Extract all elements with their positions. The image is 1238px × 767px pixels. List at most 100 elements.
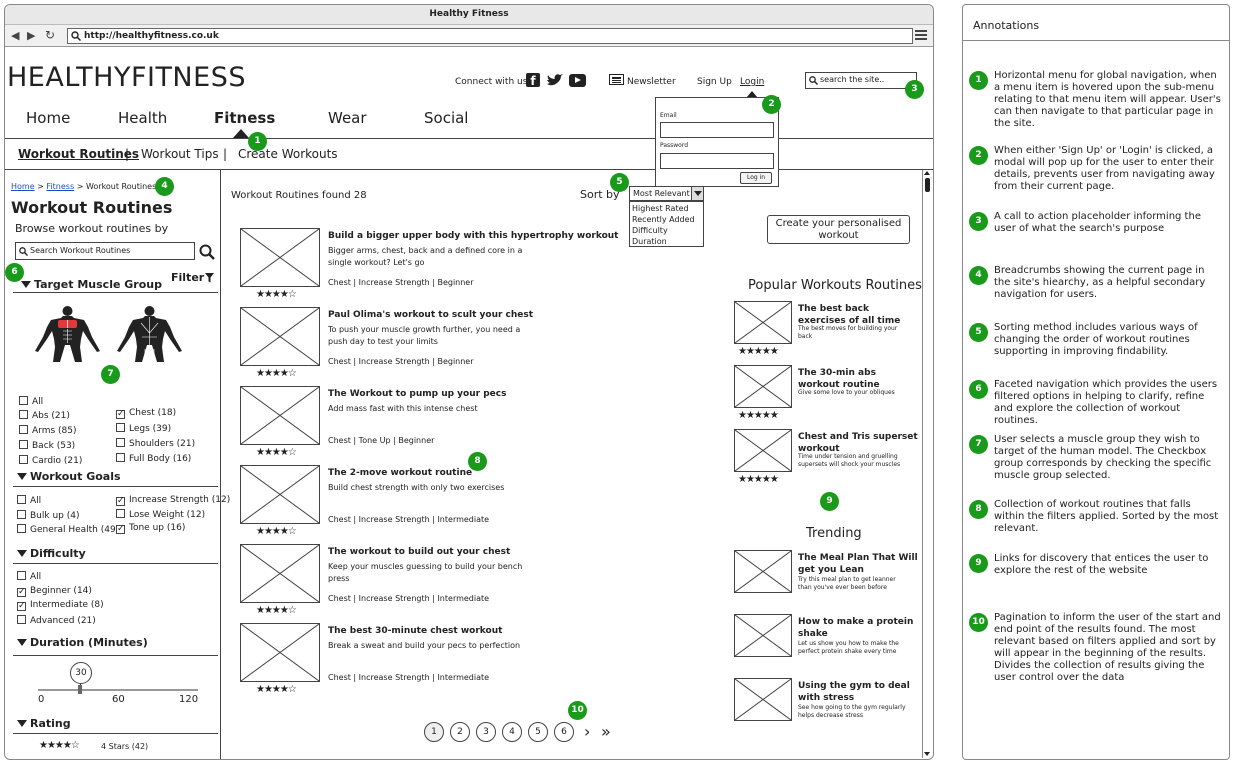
nav-wear[interactable]: Wear bbox=[328, 109, 367, 127]
checkbox[interactable] bbox=[17, 571, 26, 580]
goal-option[interactable]: General Health (49) bbox=[17, 524, 119, 535]
checkbox[interactable]: ✓ bbox=[116, 525, 125, 534]
nav-home[interactable]: Home bbox=[26, 109, 70, 127]
muscle-option[interactable]: Arms (85) bbox=[19, 425, 77, 436]
workout-title[interactable]: Build a bigger upper body with this hype… bbox=[328, 230, 628, 242]
checkbox[interactable] bbox=[17, 524, 26, 533]
youtube-icon[interactable] bbox=[569, 74, 586, 87]
difficulty-option[interactable]: ✓ Intermediate (8) bbox=[17, 600, 104, 611]
next-page-icon[interactable]: › bbox=[584, 722, 590, 741]
search-icon[interactable] bbox=[199, 244, 215, 260]
checkbox[interactable]: ✓ bbox=[116, 497, 125, 506]
workout-title[interactable]: The workout to build out your chest bbox=[328, 546, 628, 558]
login-link[interactable]: Login bbox=[740, 77, 764, 87]
checkbox[interactable] bbox=[19, 440, 28, 449]
scrollbar-thumb[interactable] bbox=[925, 178, 930, 192]
checkbox[interactable] bbox=[116, 438, 125, 447]
back-icon[interactable]: ◀ bbox=[11, 29, 19, 42]
create-workout-button[interactable]: Create your personalised workout bbox=[767, 215, 910, 244]
checkbox[interactable] bbox=[116, 423, 125, 432]
duration-heading[interactable]: Duration (Minutes) bbox=[17, 636, 148, 649]
muscle-option[interactable]: Cardio (21) bbox=[19, 455, 82, 466]
page-button[interactable]: 5 bbox=[528, 722, 548, 742]
facebook-icon[interactable]: f bbox=[526, 73, 540, 88]
difficulty-option[interactable]: ✓ Beginner (14) bbox=[17, 586, 92, 597]
duration-slider-handle[interactable] bbox=[78, 685, 82, 694]
popular-thumbnail[interactable] bbox=[734, 365, 792, 408]
nav-health[interactable]: Health bbox=[118, 109, 167, 127]
page-button[interactable]: 4 bbox=[502, 722, 522, 742]
subnav-workout-tips[interactable]: Workout Tips bbox=[141, 147, 219, 161]
trending-title-link[interactable]: The Meal Plan That Will get you Lean bbox=[798, 552, 918, 576]
reload-icon[interactable]: ↻ bbox=[45, 28, 55, 42]
checkbox[interactable] bbox=[19, 410, 28, 419]
url-field[interactable]: http://healthyfitness.co.uk bbox=[67, 28, 913, 44]
checkbox[interactable]: ✓ bbox=[17, 602, 26, 611]
muscle-group-heading[interactable]: Target Muscle Group bbox=[21, 278, 162, 291]
email-field[interactable] bbox=[660, 122, 774, 138]
trending-thumbnail[interactable] bbox=[734, 550, 792, 593]
trending-title-link[interactable]: Using the gym to deal with stress bbox=[798, 680, 918, 704]
goal-option[interactable]: ✓ Tone up (16) bbox=[116, 523, 185, 534]
last-page-icon[interactable]: » bbox=[601, 722, 611, 741]
muscle-all-option[interactable]: All bbox=[19, 396, 43, 407]
workout-thumbnail[interactable] bbox=[240, 623, 320, 682]
page-button[interactable]: 3 bbox=[476, 722, 496, 742]
goal-option[interactable]: Lose Weight (12) bbox=[116, 509, 205, 520]
page-button[interactable]: 6 bbox=[554, 722, 574, 742]
difficulty-option[interactable]: All bbox=[17, 571, 41, 582]
checkbox[interactable] bbox=[19, 396, 28, 405]
newsletter-icon[interactable] bbox=[609, 74, 624, 85]
rating-filter-label[interactable]: 4 Stars (42) bbox=[101, 742, 148, 751]
twitter-icon[interactable] bbox=[546, 74, 563, 87]
popular-title-link[interactable]: Chest and Tris superset workout bbox=[798, 431, 918, 455]
breadcrumb-fitness[interactable]: Fitness bbox=[46, 182, 74, 191]
checkbox[interactable]: ✓ bbox=[17, 587, 26, 597]
goal-option[interactable]: ✓ Increase Strength (12) bbox=[116, 495, 230, 506]
workout-thumbnail[interactable] bbox=[240, 386, 320, 445]
checkbox[interactable] bbox=[19, 455, 28, 464]
trending-thumbnail[interactable] bbox=[734, 678, 792, 721]
body-front-figure[interactable] bbox=[30, 305, 105, 363]
body-back-figure[interactable] bbox=[112, 305, 187, 363]
difficulty-heading[interactable]: Difficulty bbox=[17, 547, 86, 560]
workout-search-input[interactable]: Search Workout Routines bbox=[15, 242, 195, 260]
checkbox[interactable]: ✓ bbox=[116, 410, 125, 419]
nav-fitness[interactable]: Fitness bbox=[214, 109, 275, 127]
duration-slider-track[interactable] bbox=[38, 689, 198, 691]
checkbox[interactable] bbox=[17, 614, 26, 624]
sort-option[interactable]: Recently Added bbox=[632, 215, 695, 224]
chevron-down-icon[interactable] bbox=[691, 187, 703, 200]
workout-thumbnail[interactable] bbox=[240, 465, 320, 524]
popular-thumbnail[interactable] bbox=[734, 429, 792, 472]
subnav-workout-routines[interactable]: Workout Routines bbox=[18, 147, 139, 161]
workout-thumbnail[interactable] bbox=[240, 307, 320, 366]
checkbox[interactable] bbox=[17, 495, 26, 504]
workout-title[interactable]: The best 30-minute chest workout bbox=[328, 625, 628, 637]
nav-social[interactable]: Social bbox=[424, 109, 468, 127]
workout-title[interactable]: The Workout to pump up your pecs bbox=[328, 388, 628, 400]
page-button[interactable]: 2 bbox=[450, 722, 470, 742]
menu-icon[interactable] bbox=[915, 30, 927, 42]
newsletter-link[interactable]: Newsletter bbox=[627, 77, 676, 87]
workout-thumbnail[interactable] bbox=[240, 544, 320, 603]
goal-all-option[interactable]: All bbox=[17, 495, 41, 506]
popular-thumbnail[interactable] bbox=[734, 301, 792, 344]
sort-option[interactable]: Highest Rated bbox=[632, 204, 689, 213]
sort-option[interactable]: Difficulty bbox=[632, 226, 668, 235]
popular-title-link[interactable]: The best back exercises of all time bbox=[798, 303, 918, 327]
scroll-up-icon[interactable] bbox=[924, 171, 930, 175]
muscle-option[interactable]: Abs (21) bbox=[19, 410, 70, 421]
checkbox[interactable] bbox=[116, 453, 125, 462]
muscle-option[interactable]: Legs (39) bbox=[116, 423, 171, 434]
filter-icon[interactable] bbox=[205, 273, 214, 283]
trending-thumbnail[interactable] bbox=[734, 614, 792, 657]
page-button[interactable]: 1 bbox=[424, 722, 444, 742]
muscle-option[interactable]: Full Body (16) bbox=[116, 453, 191, 464]
rating-filter-stars[interactable]: ★★★★☆ bbox=[39, 740, 80, 751]
rating-heading[interactable]: Rating bbox=[17, 717, 71, 730]
password-field[interactable] bbox=[660, 153, 774, 169]
login-button[interactable]: Log in bbox=[740, 172, 772, 184]
workout-thumbnail[interactable] bbox=[240, 228, 320, 287]
scrollbar-track[interactable] bbox=[922, 170, 923, 758]
